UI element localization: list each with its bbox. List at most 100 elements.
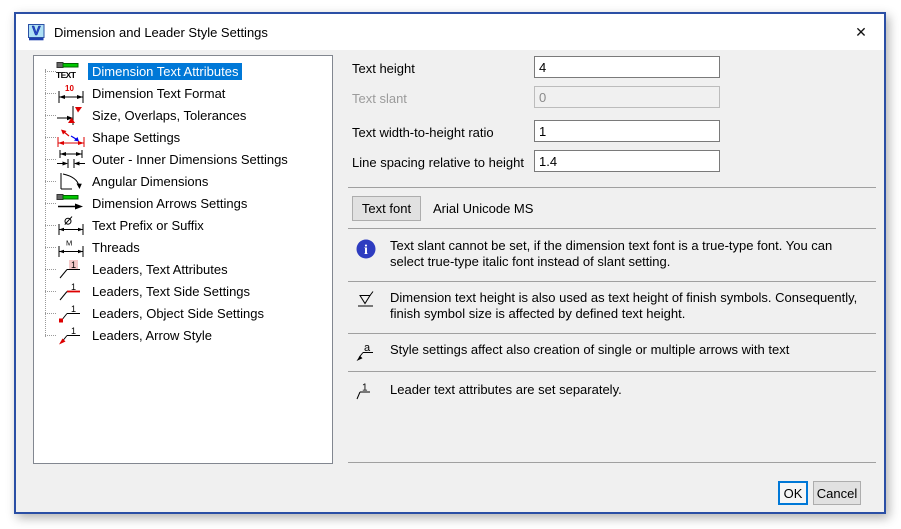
tree-connector — [45, 93, 56, 94]
title-bar: Dimension and Leader Style Settings ✕ — [16, 14, 884, 50]
close-button[interactable]: ✕ — [850, 21, 872, 43]
tree-item-shape-settings[interactable]: Shape Settings — [34, 126, 332, 148]
text-height-input[interactable] — [534, 56, 720, 78]
size-overlaps-icon — [56, 105, 86, 125]
separator — [348, 187, 876, 188]
field-row-text-slant: Text slant — [352, 88, 876, 110]
note-text: Text slant cannot be set, if the dimensi… — [390, 238, 876, 270]
note-row: a Style settings affect also creation of … — [355, 342, 876, 369]
text-format-icon: 10 — [56, 83, 86, 103]
tree-connector — [45, 181, 56, 182]
tree-item-label: Dimension Text Format — [88, 85, 229, 102]
finish-symbol-icon — [355, 290, 379, 317]
tree-item-label: Leaders, Text Side Settings — [88, 283, 254, 300]
tree-connector — [45, 269, 56, 270]
app-icon — [28, 24, 45, 41]
tree-connector — [45, 225, 56, 226]
leader-object-side-icon: 1 — [56, 303, 86, 323]
tree-item-label: Leaders, Text Attributes — [88, 261, 232, 278]
text-slant-input — [534, 86, 720, 108]
leader-text-attributes-icon: 1 — [56, 259, 86, 279]
svg-text:TEXT: TEXT — [56, 70, 77, 80]
separator — [348, 333, 876, 334]
tree-connector — [45, 291, 56, 292]
close-icon: ✕ — [855, 24, 867, 41]
outer-inner-icon — [56, 149, 86, 169]
svg-text:1: 1 — [71, 326, 76, 336]
tree-item-label: Leaders, Arrow Style — [88, 327, 216, 344]
tree-item-label: Leaders, Object Side Settings — [88, 305, 268, 322]
tree-item-leaders-object-side-settings[interactable]: 1 Leaders, Object Side Settings — [34, 302, 332, 324]
tree-item-outer-inner-dimensions-settings[interactable]: Outer - Inner Dimensions Settings — [34, 148, 332, 170]
separator — [348, 462, 876, 463]
svg-text:1: 1 — [71, 282, 76, 292]
note-text: Dimension text height is also used as te… — [390, 290, 876, 322]
svg-text:1: 1 — [71, 260, 76, 270]
selected-font-name: Arial Unicode MS — [433, 196, 533, 221]
leader-text-side-icon: 1 — [56, 281, 86, 301]
text-prefix-suffix-icon — [56, 215, 86, 235]
field-label: Line spacing relative to height — [352, 152, 524, 173]
svg-text:i: i — [364, 243, 368, 258]
note-text: Leader text attributes are set separatel… — [390, 382, 876, 398]
leader-arrow-style-icon: 1 — [56, 325, 86, 345]
tree-item-dimension-text-format[interactable]: 10 Dimension Text Format — [34, 82, 332, 104]
threads-icon: M — [56, 237, 86, 257]
dimension-arrows-icon — [56, 193, 86, 213]
separator — [348, 371, 876, 372]
separator — [348, 228, 876, 229]
ok-button[interactable]: OK — [778, 481, 808, 505]
svg-text:M: M — [66, 239, 72, 248]
separator — [348, 281, 876, 282]
tree-item-label: Dimension Arrows Settings — [88, 195, 251, 212]
angular-dimensions-icon — [56, 171, 86, 191]
tree-connector — [45, 159, 56, 160]
note-row: i Text slant cannot be set, if the dimens… — [355, 238, 876, 270]
line-spacing-relative-to-height-input[interactable] — [534, 150, 720, 172]
field-row-text-height: Text height — [352, 58, 876, 80]
shape-settings-icon — [56, 127, 86, 147]
note-row: Dimension text height is also used as te… — [355, 290, 876, 322]
tree-item-threads[interactable]: M Threads — [34, 236, 332, 258]
tree-item-label: Shape Settings — [88, 129, 184, 146]
tree-item-leaders-text-side-settings[interactable]: 1 Leaders, Text Side Settings — [34, 280, 332, 302]
tree-item-text-prefix-or-suffix[interactable]: Text Prefix or Suffix — [34, 214, 332, 236]
tree-item-size-overlaps-tolerances[interactable]: Size, Overlaps, Tolerances — [34, 104, 332, 126]
svg-text:10: 10 — [65, 84, 74, 93]
arrow-with-text-icon: a — [355, 342, 379, 369]
tree-connector — [45, 115, 56, 116]
field-row-line-spacing-relative-to-height: Line spacing relative to height — [352, 152, 876, 174]
note-text: Style settings affect also creation of s… — [390, 342, 876, 358]
field-label: Text width-to-height ratio — [352, 122, 494, 143]
text-attributes-icon: TEXT — [56, 61, 86, 81]
tree-item-leaders-arrow-style[interactable]: 1 Leaders, Arrow Style — [34, 324, 332, 346]
tree-item-leaders-text-attributes[interactable]: 1 Leaders, Text Attributes — [34, 258, 332, 280]
field-row-text-width-to-height-ratio: Text width-to-height ratio — [352, 122, 876, 144]
tree-item-label: Outer - Inner Dimensions Settings — [88, 151, 292, 168]
text-font-button[interactable]: Text font — [352, 196, 421, 221]
tree-connector — [45, 247, 56, 248]
tree-item-label: Text Prefix or Suffix — [88, 217, 208, 234]
tree-item-dimension-arrows-settings[interactable]: Dimension Arrows Settings — [34, 192, 332, 214]
tree-item-dimension-text-attributes[interactable]: TEXTDimension Text Attributes — [34, 60, 332, 82]
tree-connector — [45, 71, 56, 72]
tree-item-label: Threads — [88, 239, 144, 256]
cancel-button[interactable]: Cancel — [813, 481, 861, 505]
tree-connector — [45, 137, 56, 138]
field-label: Text slant — [352, 88, 407, 109]
tree-item-angular-dimensions[interactable]: Angular Dimensions — [34, 170, 332, 192]
tree-connector — [45, 335, 56, 336]
settings-tree-panel[interactable]: TEXTDimension Text Attributes 10 Dimension… — [33, 55, 333, 464]
field-label: Text height — [352, 58, 415, 79]
dialog-window: Dimension and Leader Style Settings ✕ TE… — [14, 12, 886, 514]
tree-item-label: Angular Dimensions — [88, 173, 212, 190]
note-row: 1 Leader text attributes are set separate… — [355, 382, 876, 409]
leader-note-icon: 1 — [355, 382, 379, 409]
svg-text:1: 1 — [71, 304, 76, 314]
window-title: Dimension and Leader Style Settings — [54, 25, 268, 40]
info-icon: i — [355, 238, 379, 265]
tree-connector — [45, 313, 56, 314]
text-width-to-height-ratio-input[interactable] — [534, 120, 720, 142]
tree-item-label: Size, Overlaps, Tolerances — [88, 107, 250, 124]
tree-connector — [45, 203, 56, 204]
